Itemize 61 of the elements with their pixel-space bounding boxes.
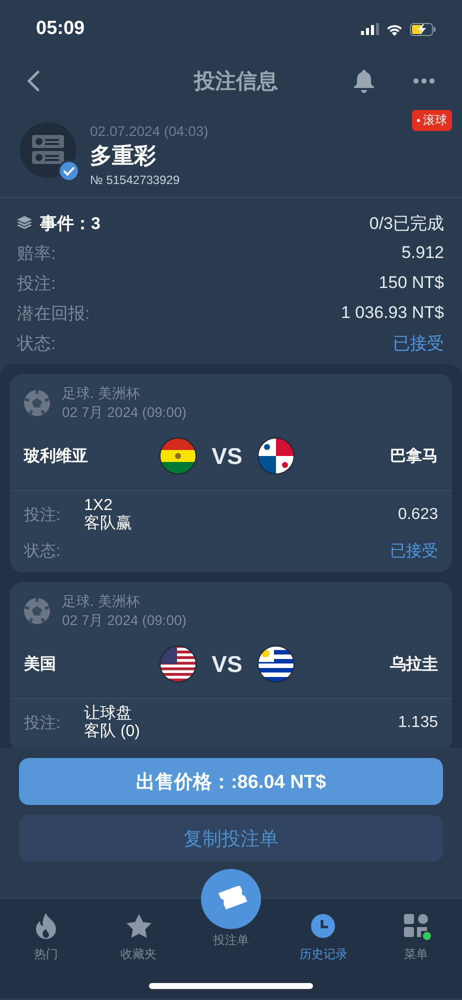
grid-icon bbox=[404, 914, 428, 938]
tab-button[interactable]: 菜单 bbox=[370, 899, 462, 998]
league-name: 足球. 美洲杯 bbox=[62, 592, 141, 611]
summary-value: 5.912 bbox=[401, 243, 444, 263]
clock-icon bbox=[311, 914, 336, 938]
more-icon[interactable] bbox=[413, 78, 435, 84]
soccer-ball-icon bbox=[24, 598, 50, 624]
soccer-ball-icon bbox=[24, 390, 50, 416]
event-date: 02 7月 2024 (09:00) bbox=[62, 611, 187, 630]
team-name: 玻利维亚 bbox=[24, 446, 89, 466]
layers-icon bbox=[17, 216, 32, 230]
status-text: 已接受 bbox=[393, 332, 444, 354]
market-name: 让球盘 bbox=[84, 705, 133, 722]
flag-icon bbox=[158, 437, 197, 475]
summary-label: 潜在回报: bbox=[17, 302, 90, 324]
team-name: 乌拉圭 bbox=[389, 654, 438, 674]
summary-label: 状态: bbox=[17, 332, 56, 354]
pick-name: 客队 (0) bbox=[84, 723, 141, 741]
bet-number: № 51542733929 bbox=[90, 173, 181, 187]
star-icon bbox=[126, 914, 152, 938]
flame-icon bbox=[35, 913, 58, 939]
flag-icon bbox=[158, 645, 197, 683]
tab-button[interactable]: 投注单 bbox=[184, 869, 278, 998]
tab-button[interactable]: 历史记录 bbox=[277, 899, 370, 998]
summary-label: 赔率: bbox=[17, 242, 56, 264]
versus-label: VS bbox=[212, 650, 242, 678]
sell-button[interactable]: 出售价格：:86.04 NT$ bbox=[19, 758, 443, 805]
progress-text: 0/3已完成 bbox=[369, 212, 444, 234]
team-name: 美国 bbox=[24, 654, 57, 674]
bet-label: 投注: bbox=[24, 506, 62, 526]
league-name: 足球. 美洲杯 bbox=[62, 384, 141, 403]
copy-bet-button[interactable]: 复制投注单 bbox=[19, 815, 443, 862]
summary-label: 投注: bbox=[17, 272, 56, 294]
flag-icon bbox=[257, 437, 296, 475]
tab-button[interactable]: 热门 bbox=[0, 899, 92, 998]
status-time: 05:09 bbox=[36, 18, 85, 40]
event-date: 02 7月 2024 (09:00) bbox=[62, 403, 187, 422]
wifi-icon bbox=[386, 22, 403, 36]
odds-value: 1.135 bbox=[398, 714, 438, 732]
events-count: 事件：3 bbox=[40, 212, 100, 234]
bet-slip-icon bbox=[32, 135, 64, 165]
bet-date: 02.07.2024 (04:03) bbox=[90, 123, 208, 139]
bet-type: 多重彩 bbox=[90, 142, 157, 170]
pick-name: 客队赢 bbox=[84, 515, 133, 533]
bet-label: 投注: bbox=[24, 714, 62, 734]
tab-button[interactable]: 收藏夹 bbox=[92, 899, 185, 998]
flag-icon bbox=[257, 645, 296, 683]
market-name: 1X2 bbox=[84, 497, 114, 514]
summary-value: 1 036.93 NT$ bbox=[340, 303, 444, 323]
status-text: 已接受 bbox=[390, 542, 438, 562]
battery-icon bbox=[410, 22, 436, 36]
status-label: 状态: bbox=[24, 542, 62, 562]
team-name: 巴拿马 bbox=[389, 446, 438, 466]
bell-icon[interactable] bbox=[353, 69, 375, 93]
page-title: 投注信息 bbox=[192, 68, 279, 95]
versus-label: VS bbox=[212, 442, 242, 470]
signal-icon bbox=[361, 23, 379, 35]
back-icon[interactable] bbox=[26, 70, 40, 92]
live-badge: 滚球 bbox=[412, 110, 452, 131]
odds-value: 0.623 bbox=[398, 506, 438, 524]
summary-value: 150 NT$ bbox=[378, 273, 444, 293]
